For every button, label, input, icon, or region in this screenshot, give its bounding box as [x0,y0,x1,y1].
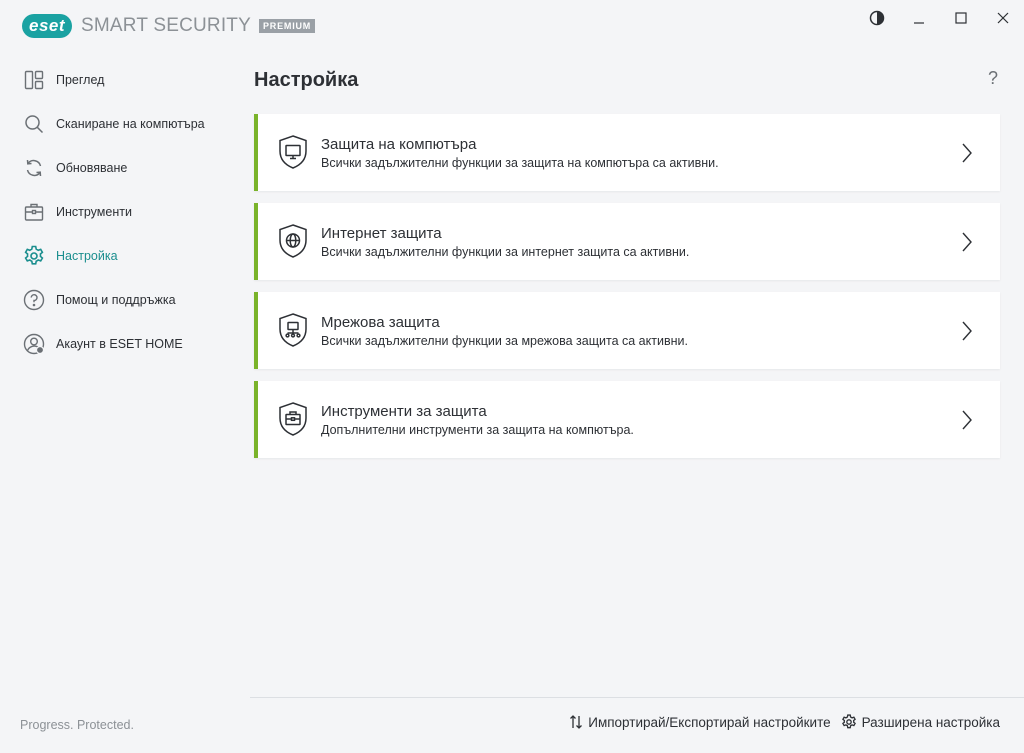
toolbox-icon [22,200,46,224]
setup-card-internet-protection[interactable]: Интернет защита Всички задължителни функ… [254,203,1000,280]
gear-icon [22,244,46,268]
advanced-setup-label: Разширена настройка [861,714,1000,730]
sidebar-item-scan[interactable]: Сканиране на компютъра [0,102,240,146]
card-title: Интернет защита [321,225,442,242]
window-controls [856,6,1024,30]
sidebar-item-label: Сканиране на компютъра [56,117,205,131]
minimize-button[interactable] [898,6,940,30]
import-export-icon [570,715,583,729]
setup-card-security-tools[interactable]: Инструменти за защита Допълнителни инстр… [254,381,1000,458]
sidebar-item-label: Преглед [56,73,105,87]
card-title: Мрежова защита [321,314,440,331]
bottom-divider [250,697,1024,698]
import-export-button[interactable]: Импортирай/Експортирай настройките [569,714,831,730]
help-button[interactable]: ? [988,68,998,89]
advanced-setup-button[interactable]: Разширена настройка [841,714,1000,730]
search-icon [22,112,46,136]
sidebar-item-tools[interactable]: Инструменти [0,190,240,234]
setup-card-list: Защита на компютъра Всички задължителни … [254,114,1000,470]
help-icon [22,288,46,312]
network-shield-icon [279,313,307,347]
product-name: SMART SECURITY [81,15,251,36]
sidebar-nav: Преглед Сканиране на компютъра Обновяван… [0,58,240,366]
sidebar-item-label: Помощ и поддръжка [56,293,176,307]
sidebar-item-setup[interactable]: Настройка [0,234,240,278]
maximize-button[interactable] [940,6,982,30]
setup-card-network-protection[interactable]: Мрежова защита Всички задължителни функц… [254,292,1000,369]
card-title: Защита на компютъра [321,136,477,153]
card-description: Допълнителни инструменти за защита на ко… [321,423,634,437]
sidebar-item-label: Инструменти [56,205,132,219]
card-description: Всички задължителни функции за защита на… [321,156,719,170]
theme-toggle-icon [869,10,885,26]
chevron-right-icon [962,410,972,430]
card-description: Всички задължителни функции за мрежова з… [321,334,688,348]
computer-shield-icon [279,135,307,169]
sidebar-item-update[interactable]: Обновяване [0,146,240,190]
toolbox-shield-icon [279,402,307,436]
sidebar-item-label: Настройка [56,249,118,263]
sidebar-item-label: Акаунт в ESET HOME [56,337,183,351]
sidebar-item-help[interactable]: Помощ и поддръжка [0,278,240,322]
sidebar-item-overview[interactable]: Преглед [0,58,240,102]
close-button[interactable] [982,6,1024,30]
close-icon [997,12,1009,24]
maximize-icon [955,12,967,24]
tagline: Progress. Protected. [20,718,134,732]
globe-shield-icon [279,224,307,258]
chevron-right-icon [962,232,972,252]
account-icon [22,332,46,356]
chevron-right-icon [962,321,972,341]
import-export-label: Импортирай/Експортирай настройките [588,714,831,730]
setup-card-computer-protection[interactable]: Защита на компютъра Всички задължителни … [254,114,1000,191]
sidebar-item-account[interactable]: Акаунт в ESET HOME [0,322,240,366]
gear-icon [841,714,856,729]
app-logo: eset SMART SECURITY PREMIUM [22,14,316,38]
bottom-actions: Импортирай/Експортирай настройките Разши… [569,714,1000,730]
product-tier-badge: PREMIUM [259,19,316,33]
eset-logo-badge: eset [22,14,73,38]
sidebar-item-label: Обновяване [56,161,128,175]
refresh-icon [22,156,46,180]
chevron-right-icon [962,143,972,163]
theme-toggle-button[interactable] [856,6,898,30]
card-title: Инструменти за защита [321,403,487,420]
minimize-icon [914,22,924,24]
dashboard-icon [22,68,46,92]
card-description: Всички задължителни функции за интернет … [321,245,690,259]
page-title: Настройка [254,69,359,91]
